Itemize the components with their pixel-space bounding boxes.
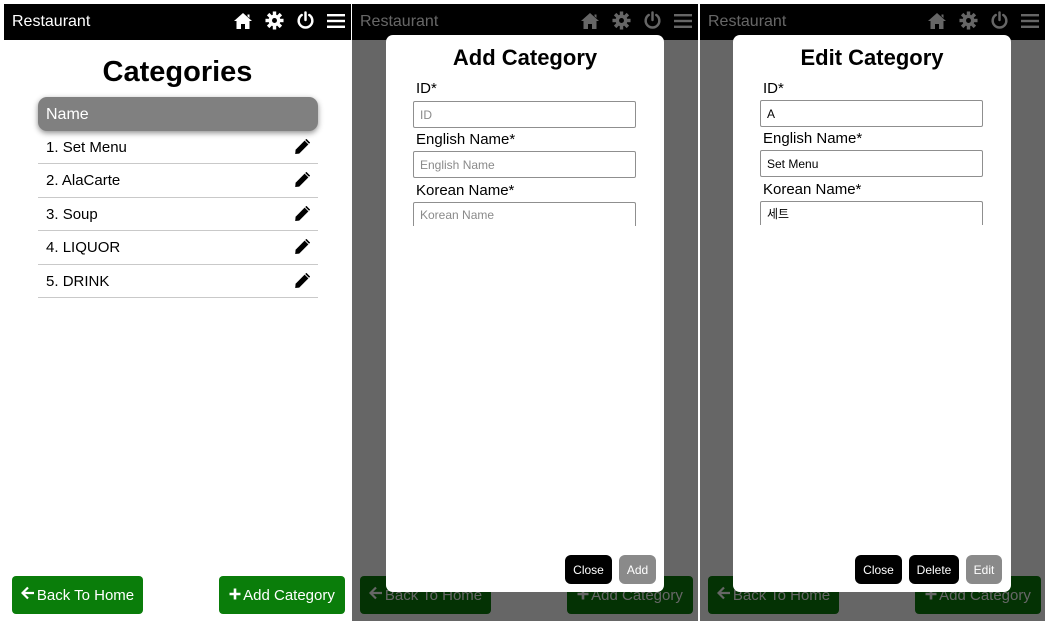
top-bar: Restaurant (4, 4, 351, 40)
category-table: Name 1Set Menu 2AlaCarte 3Soup 4LIQUOR 5… (38, 97, 318, 298)
korean-name-input[interactable] (413, 202, 636, 226)
korean-name-label: Korean Name* (416, 182, 515, 199)
pencil-icon[interactable] (294, 205, 311, 226)
add-category-button[interactable]: Add Category (219, 576, 345, 614)
table-row[interactable]: 4LIQUOR (38, 231, 318, 265)
plus-icon (229, 587, 241, 604)
pencil-icon[interactable] (294, 138, 311, 159)
pencil-icon[interactable] (294, 239, 311, 259)
row-name: DRINK (62, 272, 110, 290)
delete-button[interactable]: Delete (909, 555, 959, 584)
edit-button[interactable]: Edit (966, 555, 1002, 584)
add-category-label: Add Category (243, 586, 335, 604)
row-name: Soup (62, 205, 98, 223)
row-name: LIQUOR (62, 239, 121, 257)
id-label: ID* (763, 80, 784, 97)
table-row[interactable]: 2AlaCarte (38, 164, 318, 198)
id-input[interactable] (760, 100, 983, 127)
korean-name-label: Korean Name* (763, 181, 862, 198)
english-name-input[interactable] (760, 150, 983, 177)
gear-icon[interactable] (265, 11, 284, 30)
close-button[interactable]: Close (855, 555, 902, 584)
arrow-left-icon (20, 586, 35, 604)
id-label: ID* (416, 80, 437, 97)
korean-name-input[interactable] (760, 201, 983, 225)
add-category-screen: Restaurant Back To Home Add Category Add… (352, 4, 698, 621)
add-button[interactable]: Add (619, 555, 656, 584)
pencil-icon[interactable] (294, 172, 311, 192)
row-number: 1 (46, 139, 63, 156)
row-number: 5 (46, 273, 63, 290)
english-name-label: English Name* (416, 131, 516, 148)
back-to-home-button[interactable]: Back To Home (12, 576, 143, 614)
row-number: 4 (46, 239, 63, 256)
id-input[interactable] (413, 101, 636, 128)
row-name: AlaCarte (61, 172, 121, 190)
english-name-label: English Name* (763, 130, 863, 147)
home-icon[interactable] (233, 12, 253, 30)
app-title: Restaurant (12, 13, 91, 30)
menu-icon[interactable] (327, 13, 345, 29)
back-to-home-label: Back To Home (36, 586, 135, 604)
english-name-input[interactable] (413, 151, 636, 178)
edit-category-modal: Edit Category ID* English Name* Korean N… (733, 35, 1011, 592)
page-title: Categories (102, 56, 253, 88)
table-row[interactable]: 5DRINK (38, 265, 318, 298)
table-header-name: Name (38, 97, 318, 131)
edit-category-screen: Restaurant Back To Home Add Category Edi… (700, 4, 1045, 621)
row-number: 2 (46, 172, 62, 189)
close-button[interactable]: Close (565, 555, 612, 584)
power-icon[interactable] (296, 11, 315, 30)
modal-title: Edit Category (800, 45, 944, 70)
add-category-modal: Add Category ID* English Name* Korean Na… (386, 35, 664, 592)
modal-title: Add Category (452, 45, 598, 70)
table-row[interactable]: 1Set Menu (38, 131, 318, 165)
top-bar-icons (233, 11, 345, 30)
row-number: 3 (46, 206, 63, 223)
table-row[interactable]: 3Soup (38, 198, 318, 232)
row-name: Set Menu (62, 139, 127, 156)
categories-screen: Restaurant Categories Name 1Set Menu 2Al… (4, 4, 351, 621)
pencil-icon[interactable] (294, 272, 311, 293)
